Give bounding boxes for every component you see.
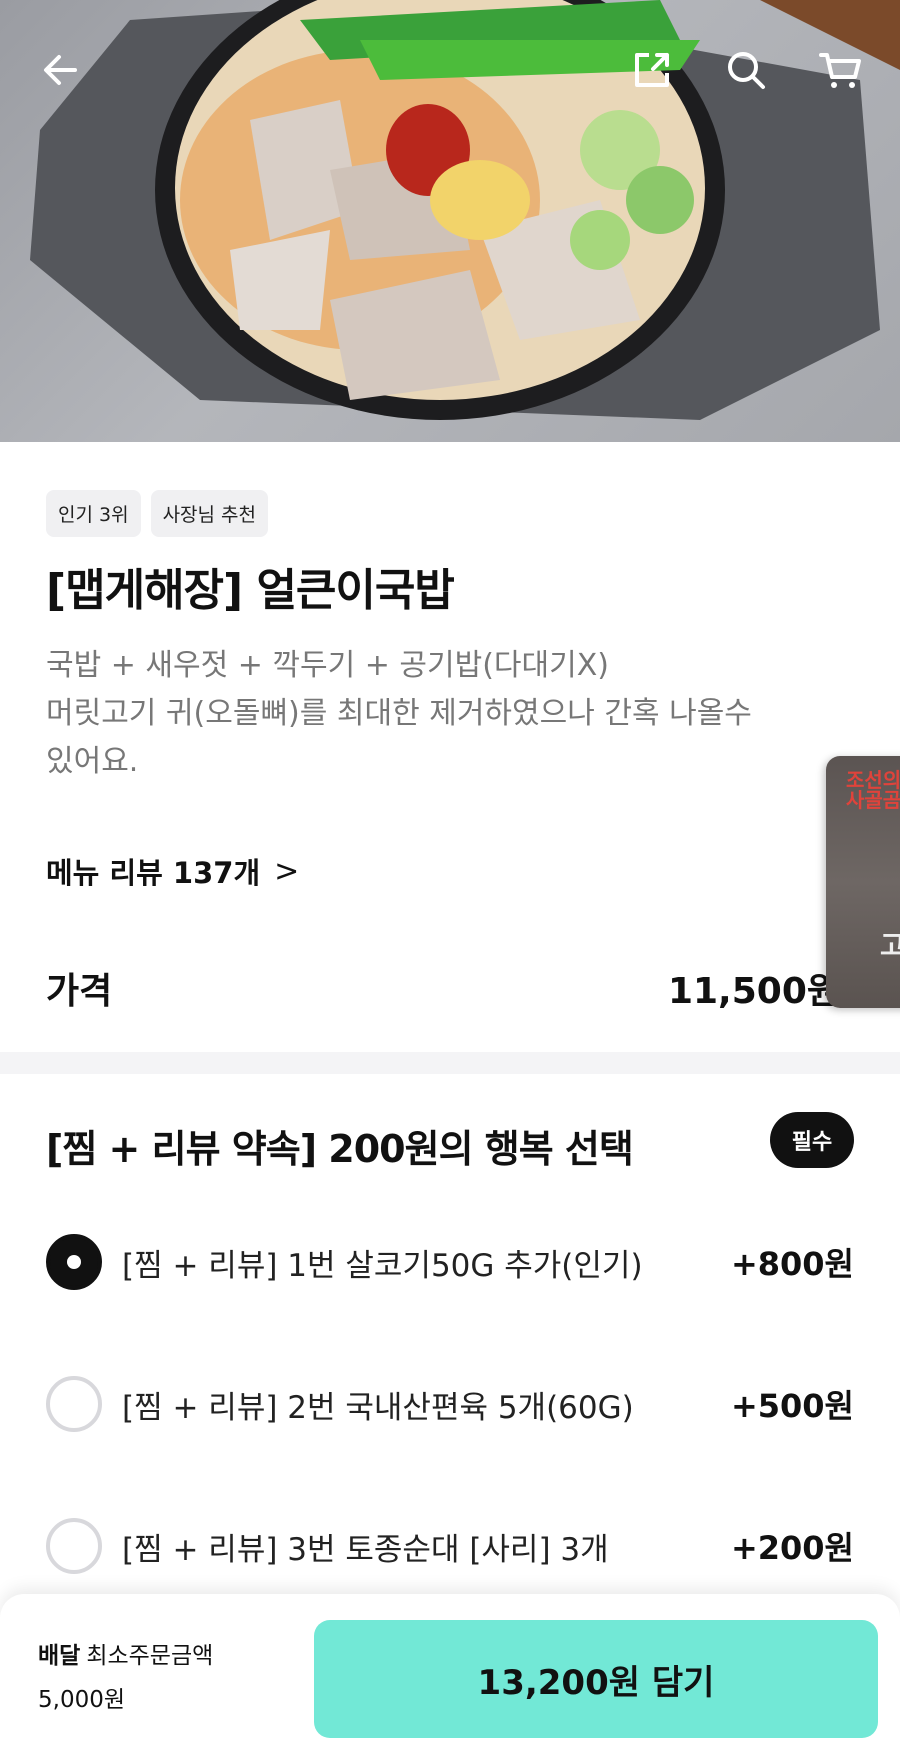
menu-info-section: 인기 3위 사장님 추천 [맵게해장] 얼큰이국밥 국밥 + 새우젓 + 깍두기… [0, 442, 900, 1052]
radio-selected[interactable] [46, 1234, 102, 1290]
arrow-left-icon [44, 55, 77, 85]
chevron-right-icon: > [274, 853, 300, 889]
option-price: +800원 [730, 1245, 854, 1283]
radio-unselected[interactable] [46, 1518, 102, 1574]
search-button[interactable] [720, 44, 772, 96]
description-line: 머릿고기 귀(오돌뼈)를 최대한 제거하였으나 간혹 나올수 [46, 696, 752, 731]
share-icon [635, 53, 669, 87]
option-row[interactable]: [찜 + 리뷰] 2번 국내산편육 5개(60G) +500원 [46, 1374, 854, 1434]
bottom-order-bar: 배달 최소주문금액 5,000원 13,200원 담기 [0, 1594, 900, 1738]
cart-icon [819, 53, 861, 88]
menu-badges: 인기 3위 사장님 추천 [46, 490, 269, 537]
menu-description: 국밥 + 새우젓 + 깍두기 + 공기밥(다대기X) 머릿고기 귀(오돌뼈)를 … [46, 642, 846, 786]
option-label: [찜 + 리뷰] 1번 살코기50G 추가(인기) [122, 1247, 643, 1284]
thumb-text: 조선의 사골곰 [846, 768, 900, 812]
menu-title: [맵게해장] 얼큰이국밥 [46, 565, 455, 616]
option-price: +500원 [730, 1387, 854, 1425]
back-button[interactable] [34, 44, 86, 96]
delivery-info: 배달 최소주문금액 [38, 1636, 213, 1670]
search-icon [728, 52, 765, 89]
option-group-title: [찜 + 리뷰 약속] 200원의 행복 선택 [46, 1127, 634, 1171]
badge-owner-pick: 사장님 추천 [150, 490, 269, 537]
description-line: 국밥 + 새우젓 + 깍두기 + 공기밥(다대기X) [46, 648, 609, 683]
section-divider [0, 1052, 900, 1074]
cart-button[interactable] [814, 44, 866, 96]
price-value: 11,500원 [667, 971, 840, 1012]
floating-ad-thumbnail[interactable]: 조선의 사골곰 고 [826, 756, 900, 1008]
required-badge: 필수 [770, 1112, 854, 1168]
min-order-label: 최소주문금액 [86, 1643, 214, 1669]
min-order-value: 5,000원 [38, 1687, 126, 1713]
delivery-label: 배달 [38, 1643, 81, 1669]
option-row[interactable]: [찜 + 리뷰] 1번 살코기50G 추가(인기) +800원 [46, 1232, 854, 1292]
radio-unselected[interactable] [46, 1376, 102, 1432]
thumb-text: 고 [880, 929, 900, 962]
option-label: [찜 + 리뷰] 3번 토종순대 [사리] 3개 [122, 1531, 609, 1568]
option-row[interactable]: [찜 + 리뷰] 3번 토종순대 [사리] 3개 +200원 [46, 1516, 854, 1576]
option-label: [찜 + 리뷰] 2번 국내산편육 5개(60G) [122, 1389, 634, 1426]
option-price: +200원 [730, 1529, 854, 1567]
price-label: 가격 [46, 971, 113, 1012]
badge-popular: 인기 3위 [46, 490, 141, 537]
menu-review-link[interactable]: 메뉴 리뷰 137개 > [46, 850, 299, 892]
review-link-label: 메뉴 리뷰 137개 [46, 856, 261, 890]
add-to-cart-button[interactable]: 13,200원 담기 [314, 1620, 878, 1738]
menu-photo [0, 0, 900, 442]
share-button[interactable] [626, 44, 678, 96]
description-line: 있어요. [46, 744, 139, 779]
